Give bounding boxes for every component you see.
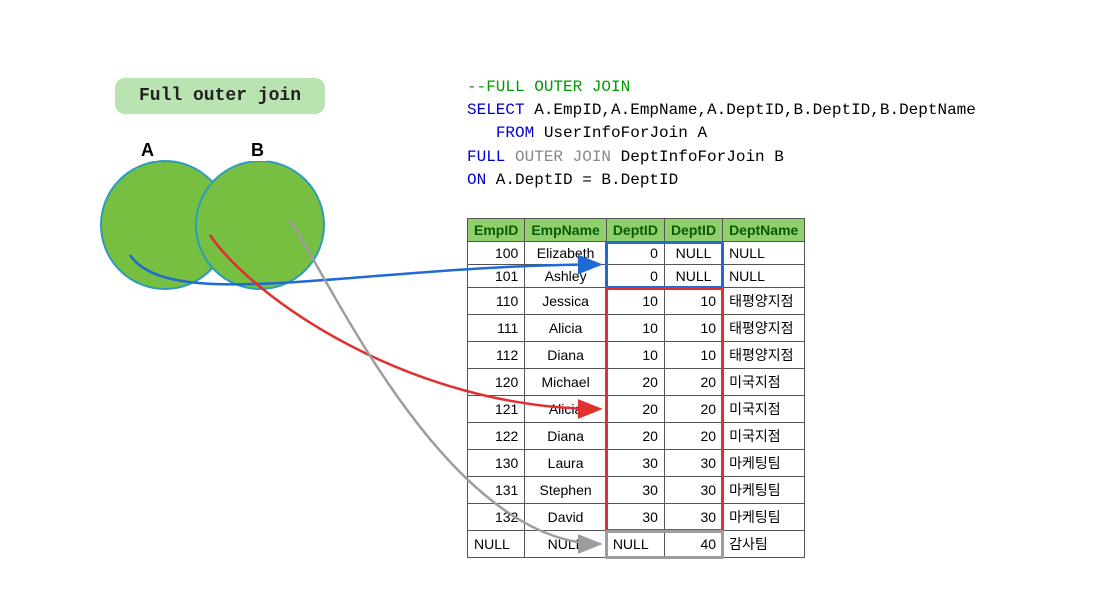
table-row: NULLNULLNULL40감사팀 bbox=[468, 531, 805, 558]
cell-adeptid: 30 bbox=[606, 477, 664, 504]
cell-empname: Jessica bbox=[525, 288, 606, 315]
cell-adeptid: 0 bbox=[606, 242, 664, 265]
cell-deptname: 감사팀 bbox=[723, 531, 805, 558]
table-row: 110Jessica1010태평양지점 bbox=[468, 288, 805, 315]
cell-empname: NULL bbox=[525, 531, 606, 558]
cell-adeptid: 10 bbox=[606, 288, 664, 315]
cell-deptname: 미국지점 bbox=[723, 423, 805, 450]
cell-deptname: 마케팅팀 bbox=[723, 477, 805, 504]
cell-empid: 122 bbox=[468, 423, 525, 450]
cell-empid: 100 bbox=[468, 242, 525, 265]
kw-full: FULL bbox=[467, 148, 505, 166]
venn-label-a: A bbox=[135, 140, 160, 161]
kw-on: ON bbox=[467, 171, 486, 189]
cell-bdeptid: 10 bbox=[664, 315, 722, 342]
kw-select: SELECT bbox=[467, 101, 525, 119]
cell-empid: 112 bbox=[468, 342, 525, 369]
cell-adeptid: 30 bbox=[606, 450, 664, 477]
cell-bdeptid: 30 bbox=[664, 504, 722, 531]
cell-bdeptid: 40 bbox=[664, 531, 722, 558]
cell-deptname: 태평양지점 bbox=[723, 315, 805, 342]
kw-outer: OUTER bbox=[505, 148, 563, 166]
result-table: EmpID EmpName DeptID DeptID DeptName 100… bbox=[467, 218, 805, 558]
table-head: EmpID EmpName DeptID DeptID DeptName bbox=[468, 219, 805, 242]
col-empname: EmpName bbox=[525, 219, 606, 242]
table-row: 101Ashley0NULLNULL bbox=[468, 265, 805, 288]
cell-empid: 121 bbox=[468, 396, 525, 423]
on-condition: A.DeptID = B.DeptID bbox=[486, 171, 678, 189]
sql-code-block: --FULL OUTER JOIN SELECT A.EmpID,A.EmpNa… bbox=[467, 76, 976, 192]
cell-empid: NULL bbox=[468, 531, 525, 558]
cell-empname: Diana bbox=[525, 342, 606, 369]
result-table-wrap: EmpID EmpName DeptID DeptID DeptName 100… bbox=[467, 218, 805, 558]
col-b-deptid: DeptID bbox=[664, 219, 722, 242]
cell-bdeptid: 30 bbox=[664, 450, 722, 477]
cell-deptname: 미국지점 bbox=[723, 369, 805, 396]
cell-empname: Laura bbox=[525, 450, 606, 477]
col-empid: EmpID bbox=[468, 219, 525, 242]
cell-adeptid: 30 bbox=[606, 504, 664, 531]
cell-deptname: 태평양지점 bbox=[723, 288, 805, 315]
table-row: 121Alicia2020미국지점 bbox=[468, 396, 805, 423]
cell-empid: 130 bbox=[468, 450, 525, 477]
cell-empname: Alicia bbox=[525, 315, 606, 342]
header-row: EmpID EmpName DeptID DeptID DeptName bbox=[468, 219, 805, 242]
venn-label-b: B bbox=[245, 140, 270, 161]
code-comment: --FULL OUTER JOIN bbox=[467, 78, 630, 96]
table-row: 132David3030마케팅팀 bbox=[468, 504, 805, 531]
cell-adeptid: 10 bbox=[606, 315, 664, 342]
cell-empid: 131 bbox=[468, 477, 525, 504]
kw-join: JOIN bbox=[563, 148, 611, 166]
cell-deptname: 마케팅팀 bbox=[723, 450, 805, 477]
join-table: DeptInfoForJoin B bbox=[611, 148, 784, 166]
cell-empid: 111 bbox=[468, 315, 525, 342]
table-row: 111Alicia1010태평양지점 bbox=[468, 315, 805, 342]
cell-adeptid: 10 bbox=[606, 342, 664, 369]
cell-empid: 110 bbox=[468, 288, 525, 315]
cell-empid: 120 bbox=[468, 369, 525, 396]
cell-bdeptid: 30 bbox=[664, 477, 722, 504]
cell-empname: Diana bbox=[525, 423, 606, 450]
cell-adeptid: 20 bbox=[606, 396, 664, 423]
kw-from: FROM bbox=[496, 124, 534, 142]
venn-circle-b bbox=[195, 160, 325, 290]
col-a-deptid: DeptID bbox=[606, 219, 664, 242]
cell-empid: 101 bbox=[468, 265, 525, 288]
table-row: 131Stephen3030마케팅팀 bbox=[468, 477, 805, 504]
diagram-title: Full outer join bbox=[115, 78, 325, 114]
cell-adeptid: 0 bbox=[606, 265, 664, 288]
cell-empname: Ashley bbox=[525, 265, 606, 288]
cell-empname: Alicia bbox=[525, 396, 606, 423]
cell-deptname: 마케팅팀 bbox=[723, 504, 805, 531]
table-row: 122Diana2020미국지점 bbox=[468, 423, 805, 450]
cell-bdeptid: 20 bbox=[664, 369, 722, 396]
cell-empname: David bbox=[525, 504, 606, 531]
cell-bdeptid: 20 bbox=[664, 423, 722, 450]
cell-deptname: NULL bbox=[723, 265, 805, 288]
table-body: 100Elizabeth0NULLNULL101Ashley0NULLNULL1… bbox=[468, 242, 805, 558]
select-columns: A.EmpID,A.EmpName,A.DeptID,B.DeptID,B.De… bbox=[525, 101, 976, 119]
cell-empname: Elizabeth bbox=[525, 242, 606, 265]
table-row: 100Elizabeth0NULLNULL bbox=[468, 242, 805, 265]
cell-adeptid: 20 bbox=[606, 369, 664, 396]
table-row: 130Laura3030마케팅팀 bbox=[468, 450, 805, 477]
table-row: 112Diana1010태평양지점 bbox=[468, 342, 805, 369]
table-row: 120Michael2020미국지점 bbox=[468, 369, 805, 396]
cell-bdeptid: 10 bbox=[664, 342, 722, 369]
cell-empid: 132 bbox=[468, 504, 525, 531]
cell-deptname: 미국지점 bbox=[723, 396, 805, 423]
from-table: UserInfoForJoin A bbox=[534, 124, 707, 142]
cell-empname: Michael bbox=[525, 369, 606, 396]
cell-bdeptid: 10 bbox=[664, 288, 722, 315]
cell-bdeptid: 20 bbox=[664, 396, 722, 423]
cell-adeptid: 20 bbox=[606, 423, 664, 450]
cell-adeptid: NULL bbox=[606, 531, 664, 558]
cell-bdeptid: NULL bbox=[664, 265, 722, 288]
cell-deptname: 태평양지점 bbox=[723, 342, 805, 369]
cell-empname: Stephen bbox=[525, 477, 606, 504]
cell-bdeptid: NULL bbox=[664, 242, 722, 265]
col-deptname: DeptName bbox=[723, 219, 805, 242]
cell-deptname: NULL bbox=[723, 242, 805, 265]
venn-diagram: A B bbox=[90, 140, 350, 310]
